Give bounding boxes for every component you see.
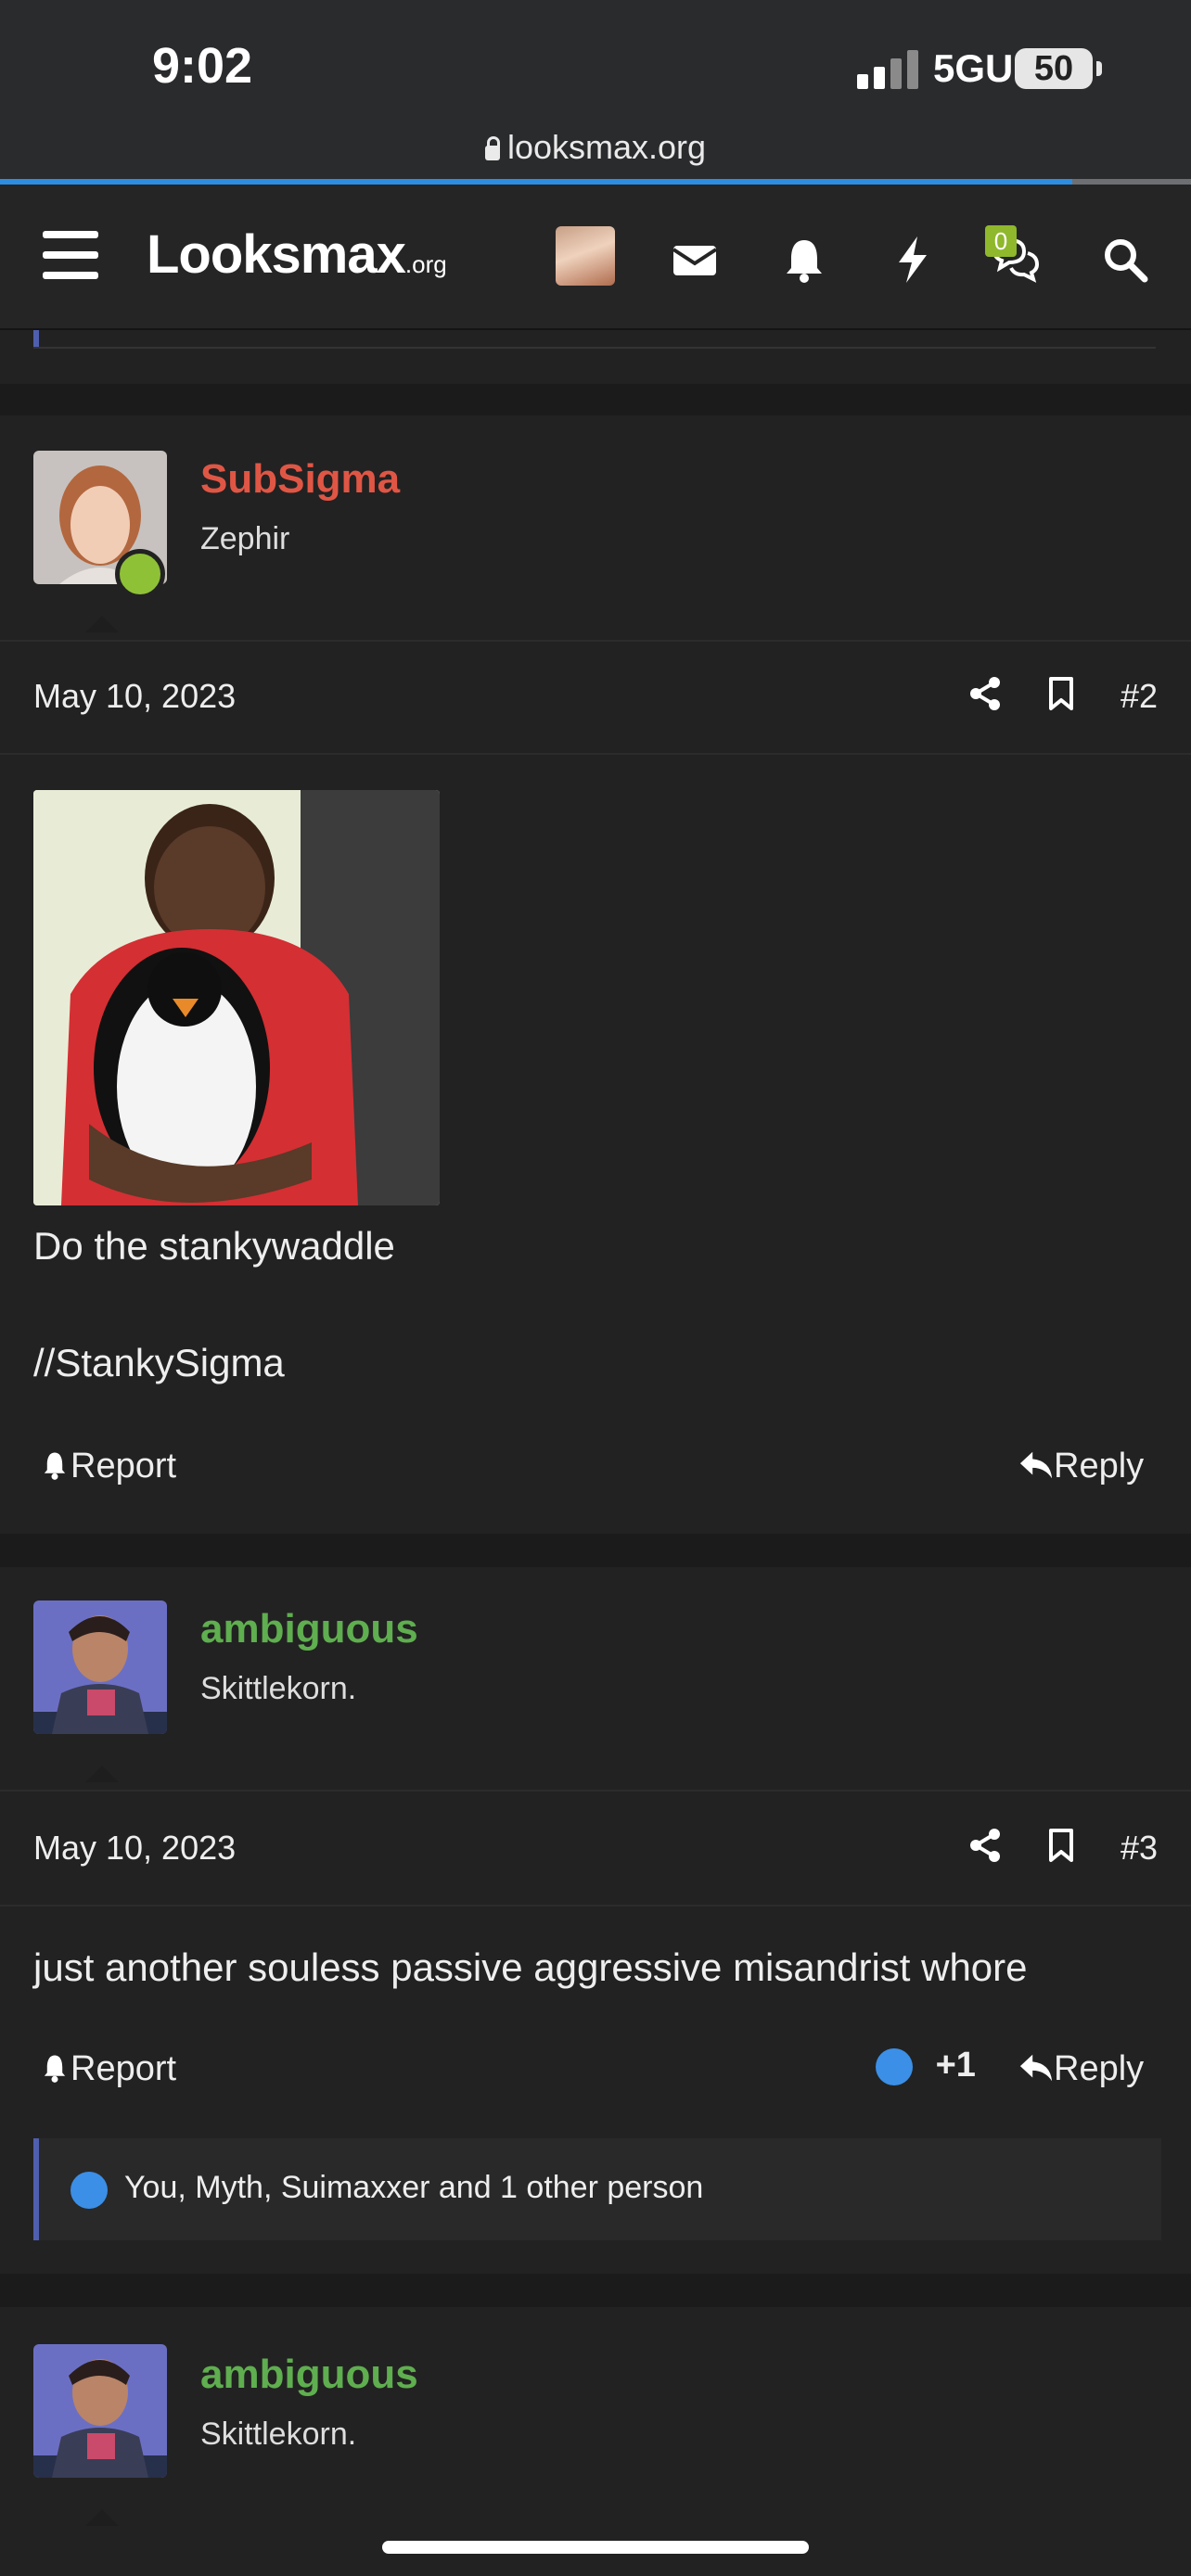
post-3: ambiguous Skittlekorn. May 10, 2023 #3 j… [0,1567,1191,2274]
reply-icon [1019,1451,1053,1479]
reply-icon [1019,2054,1053,2082]
post-divider [0,640,1191,642]
like-icon [876,2047,913,2085]
post-divider [0,1905,1191,1906]
ambiguous-avatar[interactable] [33,1600,167,1734]
post-3-user-title: Skittlekorn. [200,1671,357,1706]
reaction-score-value: +1 [935,2046,976,2085]
penguin-photo [33,790,440,1205]
post-2-reply-button[interactable]: Reply [1018,1447,1144,1486]
bell-icon[interactable] [777,233,831,287]
logo-suffix: .org [404,250,447,278]
lock-icon [484,136,500,160]
post-2-report-button[interactable]: Report [39,1447,176,1486]
post-3-report-button[interactable]: Report [39,2049,176,2089]
post-4: ambiguous Skittlekorn. [0,2307,1191,2576]
post-3-number[interactable]: #3 [1121,1829,1158,1868]
conversations-badge: 0 [985,225,1017,257]
bookmark-icon[interactable] [1043,1827,1080,1864]
lightning-icon[interactable] [886,233,940,287]
site-logo[interactable]: Looksmax.org [147,223,447,286]
reactions-bar[interactable]: You, Myth, Suimaxxer and 1 other person [33,2138,1161,2240]
reply-label: Reply [1054,2049,1145,2088]
url-text[interactable]: looksmax.org [0,128,1191,167]
post-3-message: just another souless passive aggressive … [33,1945,1028,1989]
report-label: Report [70,1447,177,1486]
post-2-username[interactable]: SubSigma [200,456,400,503]
bell-icon [44,1452,66,1480]
post-2-message-line-2: //StankySigma [33,1341,285,1384]
battery-nub [1096,61,1102,76]
post-2-user-title: Zephir [200,521,290,556]
post-3-username[interactable]: ambiguous [200,1606,418,1652]
like-icon [70,2172,108,2209]
post-2-date[interactable]: May 10, 2023 [33,677,236,716]
post-gap [0,1534,1191,1567]
post-3-date[interactable]: May 10, 2023 [33,1829,236,1868]
post-divider [0,753,1191,755]
url-label: looksmax.org [506,128,707,166]
mail-icon[interactable] [668,233,722,287]
battery-icon: 50 [1015,48,1093,89]
user-avatar[interactable] [556,226,615,286]
share-icon[interactable] [967,1827,1004,1864]
post-2-message-line-1: Do the stankywaddle [33,1224,395,1268]
post-2-number[interactable]: #2 [1121,677,1158,716]
post-3-reply-button[interactable]: Reply [1018,2049,1144,2089]
post-divider [0,1790,1191,1792]
bookmark-icon[interactable] [1043,675,1080,712]
share-icon[interactable] [967,675,1004,712]
status-bar: 9:02 5GUC 50 [0,0,1191,111]
menu-icon[interactable] [43,231,98,279]
home-indicator [382,2541,809,2554]
previous-post-tail [0,330,1191,384]
online-indicator [115,549,165,599]
logo-text: Looksmax [147,224,406,285]
report-label: Report [70,2049,177,2088]
signal-icon [857,50,918,89]
reply-label: Reply [1054,1447,1145,1486]
post-2-image[interactable] [33,790,440,1205]
post-4-username[interactable]: ambiguous [200,2352,418,2398]
ambiguous-avatar[interactable] [33,2344,167,2478]
search-icon[interactable] [1098,233,1152,287]
avatar-pointer [85,616,119,632]
post-gap [0,384,1191,415]
status-time: 9:02 [152,38,253,94]
reaction-score[interactable]: +1 [876,2046,976,2085]
reactions-text: You, Myth, Suimaxxer and 1 other person [124,2170,704,2205]
avatar-pointer [85,1766,119,1782]
bell-icon [44,2055,66,2083]
post-4-user-title: Skittlekorn. [200,2417,357,2452]
post-gap [0,2274,1191,2307]
avatar-pointer [85,2509,119,2526]
